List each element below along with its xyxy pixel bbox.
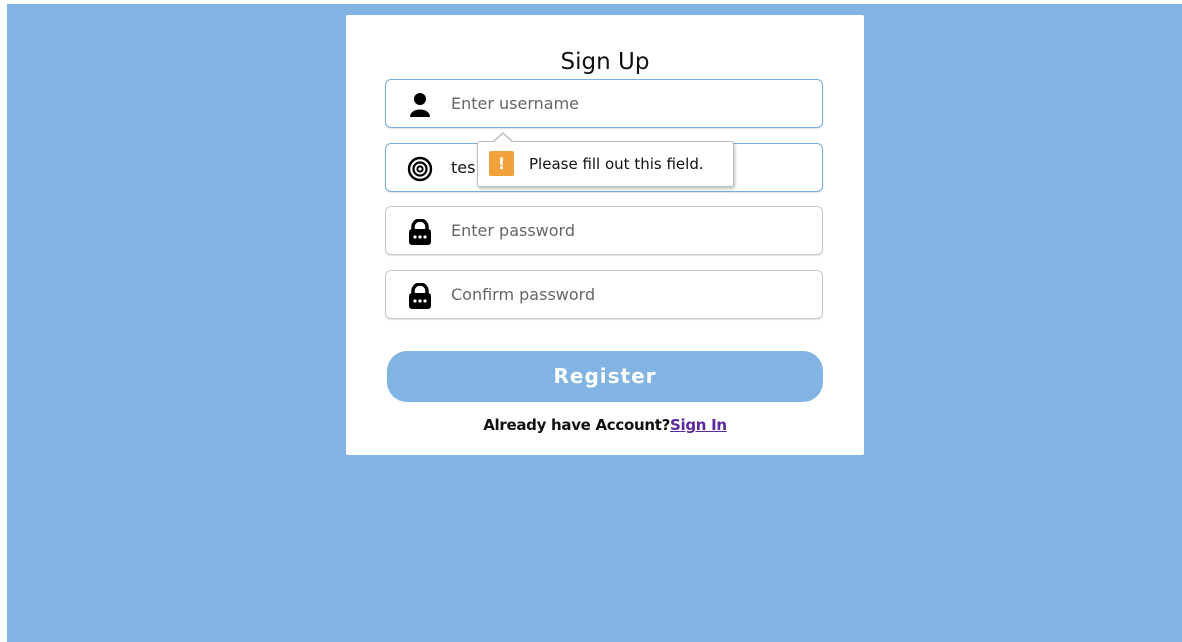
email-value: tes bbox=[451, 158, 476, 177]
tooltip-arrow-inner bbox=[493, 134, 513, 143]
signin-link[interactable]: Sign In bbox=[670, 416, 727, 434]
lock-icon bbox=[409, 219, 431, 245]
confirm-password-placeholder: Confirm password bbox=[451, 285, 596, 304]
signup-card: Sign Up Enter username tes Enter passwor… bbox=[346, 15, 864, 455]
tooltip-message: Please fill out this field. bbox=[529, 155, 704, 173]
confirm-password-field[interactable]: Confirm password bbox=[385, 270, 823, 319]
signin-prompt-text: Already have Account? bbox=[483, 416, 671, 434]
password-placeholder: Enter password bbox=[451, 221, 575, 240]
signin-prompt-line: Already have Account?Sign In bbox=[346, 416, 864, 434]
register-button[interactable]: Register bbox=[387, 351, 823, 402]
warning-icon: ! bbox=[489, 151, 514, 176]
at-sign-icon bbox=[407, 156, 433, 182]
username-placeholder: Enter username bbox=[451, 94, 580, 113]
password-field[interactable]: Enter password bbox=[385, 206, 823, 255]
page-title: Sign Up bbox=[560, 49, 650, 75]
validation-tooltip: ! Please fill out this field. bbox=[477, 141, 734, 187]
lock-icon bbox=[409, 283, 431, 309]
user-icon bbox=[410, 93, 430, 117]
username-field[interactable]: Enter username bbox=[385, 79, 823, 128]
